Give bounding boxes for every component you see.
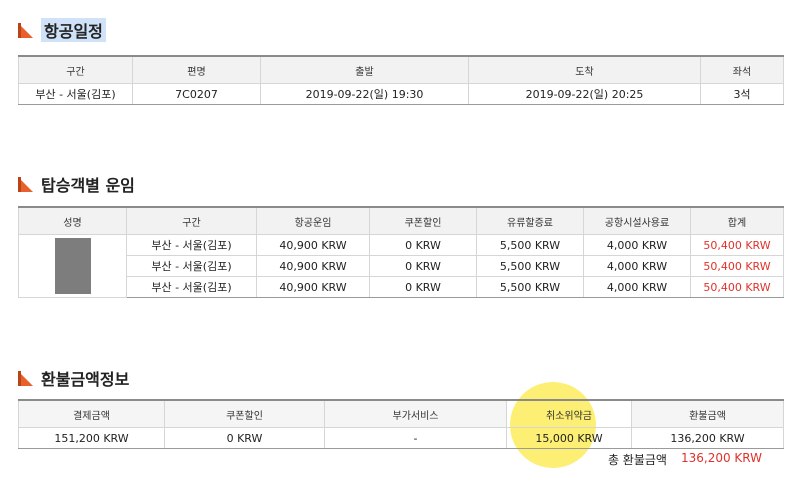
header-total: 합계	[690, 206, 784, 235]
flag-icon	[18, 22, 33, 38]
header-payment-amount: 결제금액	[18, 399, 165, 428]
table-row: 부산 - 서울(김포) 40,900 KRW 0 KRW 5,500 KRW 4…	[19, 276, 784, 298]
total-cell: 50,400 KRW	[690, 234, 784, 256]
coupon-cell: 0 KRW	[164, 427, 325, 449]
header-coupon-discount: 쿠폰할인	[369, 206, 477, 235]
cancellation-fee-cell: 15,000 KRW	[506, 427, 632, 449]
arrival-cell: 2019-09-22(일) 20:25	[468, 83, 701, 105]
fare-table: 성명 구간 항공운임 쿠폰할인 유류할증료 공항시설사용료 합계 부산 - 서울…	[18, 206, 784, 298]
header-airport-fee: 공항시설사용료	[583, 206, 691, 235]
header-seats: 좌석	[700, 55, 784, 84]
flag-icon	[18, 176, 33, 192]
fuel-cell: 5,500 KRW	[476, 234, 584, 256]
total-refund-value: 136,200 KRW	[680, 451, 762, 465]
fare-title-text: 탑승객별 운임	[41, 176, 135, 195]
total-cell: 50,400 KRW	[690, 276, 784, 298]
header-refund-amount: 환불금액	[631, 399, 784, 428]
table-header-row: 성명 구간 항공운임 쿠폰할인 유류할증료 공항시설사용료 합계	[18, 206, 784, 235]
header-arrival: 도착	[468, 55, 701, 84]
total-refund: 총 환불금액 136,200 KRW	[608, 451, 762, 468]
header-airfare: 항공운임	[256, 206, 370, 235]
flag-icon	[18, 370, 33, 386]
airfare-cell: 40,900 KRW	[256, 255, 370, 277]
fuel-cell: 5,500 KRW	[476, 255, 584, 277]
airport-fee-cell: 4,000 KRW	[583, 234, 691, 256]
header-coupon-discount: 쿠폰할인	[164, 399, 325, 428]
total-cell: 50,400 KRW	[690, 255, 784, 277]
route-cell: 부산 - 서울(김포)	[126, 276, 257, 298]
refund-title: 환불금액정보	[18, 366, 129, 390]
passenger-name-cell	[18, 234, 127, 298]
header-departure: 출발	[260, 55, 469, 84]
route-cell: 부산 - 서울(김포)	[18, 83, 133, 105]
flight-schedule-title-text: 항공일정	[41, 18, 106, 42]
header-route: 구간	[18, 55, 133, 84]
refund-amount-cell: 136,200 KRW	[631, 427, 784, 449]
seats-cell: 3석	[700, 83, 784, 105]
departure-cell: 2019-09-22(일) 19:30	[260, 83, 469, 105]
coupon-cell: 0 KRW	[369, 255, 477, 277]
table-row: 부산 - 서울(김포) 40,900 KRW 0 KRW 5,500 KRW 4…	[19, 255, 784, 277]
table-row: 부산 - 서울(김포) 7C0207 2019-09-22(일) 19:30 2…	[18, 83, 784, 105]
airport-fee-cell: 4,000 KRW	[583, 255, 691, 277]
route-cell: 부산 - 서울(김포)	[126, 255, 257, 277]
header-cancellation-fee: 취소위약금	[506, 399, 632, 428]
flight-schedule-table: 구간 편명 출발 도착 좌석 부산 - 서울(김포) 7C0207 2019-0…	[18, 55, 784, 105]
route-cell: 부산 - 서울(김포)	[126, 234, 257, 256]
extra-services-cell: -	[324, 427, 507, 449]
header-extra-services: 부가서비스	[324, 399, 507, 428]
table-header-row: 구간 편명 출발 도착 좌석	[18, 55, 784, 84]
fare-title: 탑승객별 운임	[18, 172, 135, 196]
payment-amount-cell: 151,200 KRW	[18, 427, 165, 449]
table-row: 151,200 KRW 0 KRW - 15,000 KRW 136,200 K…	[18, 427, 784, 449]
header-flight-number: 편명	[132, 55, 261, 84]
airfare-cell: 40,900 KRW	[256, 234, 370, 256]
airport-fee-cell: 4,000 KRW	[583, 276, 691, 298]
coupon-cell: 0 KRW	[369, 276, 477, 298]
header-route: 구간	[126, 206, 257, 235]
refund-table: 결제금액 쿠폰할인 부가서비스 취소위약금 환불금액 151,200 KRW 0…	[18, 399, 784, 449]
refund-title-text: 환불금액정보	[41, 370, 130, 389]
flight-schedule-title: 항공일정	[18, 18, 106, 42]
flight-number-cell: 7C0207	[132, 83, 261, 105]
header-fuel-surcharge: 유류할증료	[476, 206, 584, 235]
table-header-row: 결제금액 쿠폰할인 부가서비스 취소위약금 환불금액	[18, 399, 784, 428]
coupon-cell: 0 KRW	[369, 234, 477, 256]
table-row: 부산 - 서울(김포) 40,900 KRW 0 KRW 5,500 KRW 4…	[18, 234, 784, 298]
total-refund-label: 총 환불금액	[607, 453, 667, 467]
header-name: 성명	[18, 206, 127, 235]
fuel-cell: 5,500 KRW	[476, 276, 584, 298]
airfare-cell: 40,900 KRW	[256, 276, 370, 298]
redacted-name-block	[54, 238, 91, 294]
